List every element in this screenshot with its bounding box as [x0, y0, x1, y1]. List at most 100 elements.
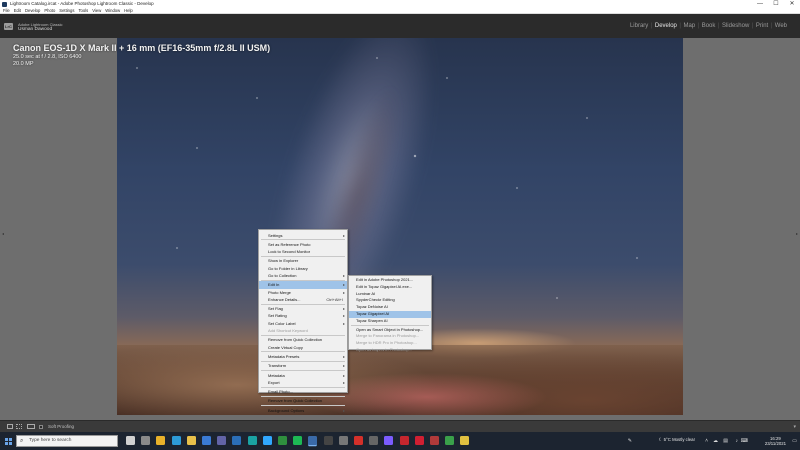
edit-in-item-merge-to-hdr-pro-in-photoshop: Merge to HDR Pro in Photoshop...: [349, 340, 431, 347]
module-map[interactable]: Map: [683, 23, 695, 29]
context-item-set-flag[interactable]: Set Flag ▸: [259, 305, 347, 312]
maximize-button[interactable]: ☐: [768, 0, 784, 8]
network-icon[interactable]: ▤: [723, 438, 728, 444]
right-panel-toggle-icon[interactable]: ▸: [796, 231, 798, 236]
file-explorer-icon[interactable]: [186, 436, 196, 445]
before-after-split-icon[interactable]: [27, 424, 35, 429]
edit-in-item-edit-in-adobe-photoshop-2021[interactable]: Edit in Adobe Photoshop 2021...: [349, 277, 431, 284]
module-web[interactable]: Web: [775, 23, 787, 29]
app-blue-icon[interactable]: [232, 436, 242, 445]
menu-item-label: Transform: [268, 363, 287, 369]
context-item-transform[interactable]: Transform ▸: [259, 362, 347, 369]
context-item-go-to-collection[interactable]: Go to Collection ▸: [259, 272, 347, 279]
module-print[interactable]: Print: [756, 23, 768, 29]
submenu-arrow-icon: ▸: [342, 353, 345, 359]
module-develop[interactable]: Develop: [655, 23, 677, 29]
context-item-export[interactable]: Export ▸: [259, 379, 347, 386]
app-red2-icon[interactable]: [430, 436, 439, 445]
app-green-icon[interactable]: [278, 436, 287, 445]
photoshop-icon[interactable]: [262, 436, 272, 445]
submenu-arrow-icon: ▸: [342, 407, 345, 413]
acrobat-icon[interactable]: [354, 436, 363, 445]
chevron-up-icon[interactable]: ˄: [705, 438, 708, 444]
context-item-lock-to-second-monitor[interactable]: Lock to Second Monitor: [259, 248, 347, 255]
edit-in-item-luminar-ai[interactable]: Luminar AI: [349, 291, 431, 298]
lightroom-classic-icon[interactable]: [308, 436, 318, 445]
loupe-view-icon[interactable]: [7, 424, 13, 429]
window-title: Lightroom Catalog.ircat - Adobe Photosho…: [10, 1, 154, 6]
menu-item-label: Photo Merge: [268, 289, 291, 295]
photo-preview[interactable]: [117, 38, 683, 415]
menu-item-label: Go to Folder in Library: [268, 265, 308, 271]
app-yellow-icon[interactable]: [460, 436, 470, 445]
app-mono-icon[interactable]: [369, 436, 379, 445]
app-gray-icon[interactable]: [338, 436, 348, 445]
context-item-remove-from-quick-collection[interactable]: Remove from Quick Collection: [259, 336, 347, 343]
onedrive-icon[interactable]: ☁: [713, 438, 718, 444]
before-after-icon[interactable]: [16, 424, 22, 429]
widgets-icon[interactable]: [141, 436, 151, 445]
app-green2-icon[interactable]: [445, 436, 455, 445]
task-view-icon[interactable]: [126, 436, 135, 445]
context-item-settings[interactable]: Settings ▸: [259, 232, 347, 239]
chrome-icon[interactable]: [156, 436, 166, 445]
clock[interactable]: 16:29 23/11/2021: [765, 436, 786, 446]
pen-icon[interactable]: ✎: [628, 438, 632, 444]
left-panel-toggle-icon[interactable]: ◂: [2, 231, 4, 236]
edit-in-item-open-as-smart-object-in-photoshop[interactable]: Open as Smart Object in Photoshop...: [349, 327, 431, 334]
app-teal-icon[interactable]: [247, 436, 257, 445]
toolbar-menu-chevron-icon[interactable]: ▾: [793, 424, 796, 430]
context-item-edit-in[interactable]: Edit In ▸: [259, 281, 347, 289]
submenu-arrow-icon: ▸: [342, 289, 345, 295]
context-item-set-rating[interactable]: Set Rating ▸: [259, 312, 347, 319]
menu-item-label: Luminar AI: [356, 290, 376, 296]
context-item-go-to-folder-in-library[interactable]: Go to Folder in Library: [259, 265, 347, 272]
context-item-metadata[interactable]: Metadata ▸: [259, 372, 347, 379]
windows-start-icon[interactable]: [5, 438, 12, 445]
submenu-arrow-icon: ▸: [342, 313, 345, 319]
submenu-arrow-icon: ▸: [342, 282, 345, 288]
context-item-enhance-details[interactable]: Enhance Details... Ctrl+Alt+I: [259, 296, 347, 303]
module-slideshow[interactable]: Slideshow: [722, 23, 749, 29]
submenu-arrow-icon: ▸: [342, 306, 345, 312]
volume-icon[interactable]: ♪: [736, 438, 739, 444]
develop-canvas: ◂ ▸ Canon EOS-1D X Mark II + 16 mm (EF16…: [0, 38, 800, 420]
context-item-create-virtual-copy[interactable]: Create Virtual Copy: [259, 344, 347, 351]
app-dark-icon[interactable]: [323, 436, 333, 445]
teams-icon[interactable]: [217, 436, 227, 445]
edit-in-item-edit-in-topaz-gigapixel-ai-exe[interactable]: Edit in Topaz Gigapixel AI.exe...: [349, 284, 431, 291]
app-red-icon[interactable]: [399, 436, 409, 445]
edit-in-item-topaz-gigapixel-ai[interactable]: Topaz Gigapixel AI: [349, 310, 431, 318]
edge-icon[interactable]: [171, 436, 181, 445]
module-library[interactable]: Library: [630, 23, 648, 29]
module-book[interactable]: Book: [702, 23, 716, 29]
context-item-set-as-reference-photo[interactable]: Set as Reference Photo: [259, 241, 347, 248]
taskbar-search-box[interactable]: ⌕ Type here to search: [16, 435, 118, 447]
premiere-icon[interactable]: [384, 436, 394, 445]
mail-icon[interactable]: [202, 436, 211, 445]
close-button[interactable]: ✕: [784, 0, 800, 8]
context-item-show-in-explorer[interactable]: Show in Explorer: [259, 257, 347, 264]
minimize-button[interactable]: —: [752, 0, 768, 8]
menu-item-label: Topaz Sharpen AI: [356, 317, 388, 323]
photo-info-overlay: Canon EOS-1D X Mark II + 16 mm (EF16-35m…: [13, 43, 270, 68]
menu-item-label: Show in Explorer: [268, 258, 299, 264]
edit-in-item-topaz-denoise-ai[interactable]: Topaz DeNoise AI: [349, 304, 431, 311]
edit-in-item-spydercheckr-editing[interactable]: SpyderCheckr Editing: [349, 297, 431, 304]
context-item-metadata-presets[interactable]: Metadata Presets ▸: [259, 353, 347, 360]
menu-item-label: Metadata Presets: [268, 353, 300, 359]
weather-widget[interactable]: ☾ 5°C Mostly clear: [659, 437, 695, 443]
context-item-remove-from-quick-collection[interactable]: Remove from Quick Collection: [259, 397, 347, 404]
exposure-info: 25.0 sec at f / 2.8, ISO 6400: [13, 54, 82, 60]
soft-proofing-checkbox[interactable]: [39, 425, 43, 429]
windows-taskbar: ⌕ Type here to search ✎ ☾ 5°C Mostly cle…: [0, 432, 800, 450]
context-item-set-color-label[interactable]: Set Color Label ▸: [259, 320, 347, 327]
opera-icon[interactable]: [414, 436, 424, 445]
notification-icon[interactable]: ▭: [792, 438, 797, 444]
context-item-photo-merge[interactable]: Photo Merge ▸: [259, 289, 347, 296]
keyboard-icon[interactable]: ⌨: [741, 438, 748, 444]
context-item-background-options[interactable]: Background Options ▸: [259, 407, 347, 414]
edit-in-item-topaz-sharpen-ai[interactable]: Topaz Sharpen AI: [349, 318, 431, 325]
spotify-icon[interactable]: [293, 436, 303, 445]
context-item-email-photo[interactable]: Email Photo...: [259, 388, 347, 395]
